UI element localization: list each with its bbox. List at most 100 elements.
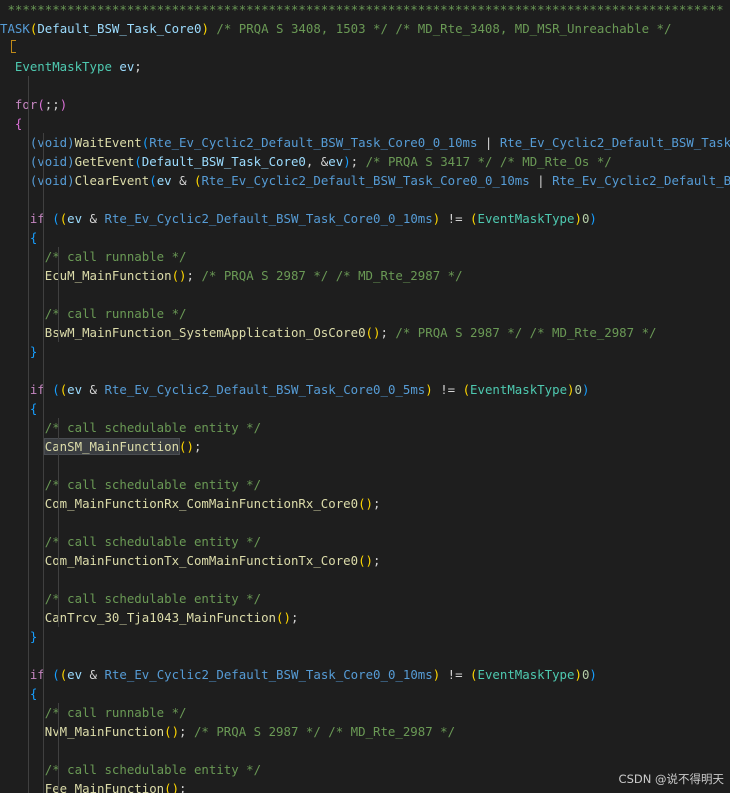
indent-guide: [58, 760, 59, 779]
code-line[interactable]: [0, 570, 730, 589]
code-line[interactable]: if ((ev & Rte_Ev_Cyclic2_Default_BSW_Tas…: [0, 380, 730, 399]
code-token: /* PRQA S 3417 */ /* MD_Rte_Os */: [365, 154, 612, 169]
indent-guide: [43, 152, 44, 171]
code-area[interactable]: ****************************************…: [0, 0, 730, 793]
indent-guide: [43, 342, 44, 361]
code-line[interactable]: [0, 285, 730, 304]
code-line[interactable]: /* call schedulable entity */: [0, 532, 730, 551]
indent-guide: [58, 437, 59, 456]
code-token: (: [470, 211, 478, 226]
code-line[interactable]: [0, 190, 730, 209]
code-token: {: [14, 116, 23, 131]
code-line[interactable]: [0, 513, 730, 532]
indent-guide: [28, 76, 29, 95]
code-token: /* call schedulable entity */: [44, 591, 262, 606]
code-token: (: [470, 667, 478, 682]
indent-guide: [58, 247, 59, 266]
indent-guide: [58, 285, 59, 304]
code-token: Default_BSW_Task_Core0: [37, 21, 202, 36]
code-line[interactable]: [0, 456, 730, 475]
code-line[interactable]: [0, 361, 730, 380]
code-line[interactable]: EventMaskType ev;: [0, 57, 730, 76]
code-line[interactable]: {: [0, 684, 730, 703]
code-line[interactable]: /* call runnable */: [0, 247, 730, 266]
code-line[interactable]: (void)GetEvent(Default_BSW_Task_Core0, &…: [0, 152, 730, 171]
code-line[interactable]: if ((ev & Rte_Ev_Cyclic2_Default_BSW_Tas…: [0, 665, 730, 684]
code-line[interactable]: BswM_MainFunction_SystemApplication_OsCo…: [0, 323, 730, 342]
code-line[interactable]: {: [0, 228, 730, 247]
code-line[interactable]: /* call runnable */: [0, 304, 730, 323]
indent-guide: [28, 418, 29, 437]
code-token: !=: [432, 382, 463, 397]
code-line[interactable]: {: [0, 399, 730, 418]
code-line[interactable]: [0, 741, 730, 760]
code-token: (: [37, 97, 45, 112]
code-line[interactable]: /* call schedulable entity */: [0, 475, 730, 494]
indent-guide: [43, 418, 44, 437]
code-line[interactable]: if ((ev & Rte_Ev_Cyclic2_Default_BSW_Tas…: [0, 209, 730, 228]
watermark: CSDN @说不得明天: [618, 772, 724, 786]
code-token: ;;: [44, 97, 60, 112]
code-token: /* call runnable */: [44, 249, 187, 264]
indent-guide: [28, 475, 29, 494]
code-token: (: [462, 382, 471, 397]
code-token: EventMaskType: [477, 211, 575, 226]
code-line[interactable]: for(;;): [0, 95, 730, 114]
code-token: (): [358, 496, 373, 511]
code-token: ev: [119, 59, 135, 74]
code-line[interactable]: /* call runnable */: [0, 703, 730, 722]
code-token: Rte_Ev_Cyclic2_Default_BSW_Task_Core0_0_…: [104, 667, 433, 682]
code-token: |: [477, 135, 500, 150]
code-line[interactable]: (void)ClearEvent(ev & (Rte_Ev_Cyclic2_De…: [0, 171, 730, 190]
indent-guide: [28, 228, 29, 247]
code-line[interactable]: [0, 76, 730, 95]
code-token: Rte_Ev_Cyclic2_Default_BSW_Task_Core0_0_…: [104, 382, 426, 397]
code-token: ;: [134, 59, 142, 74]
code-line[interactable]: [0, 38, 730, 57]
indent-guide: [58, 304, 59, 323]
code-line[interactable]: CanSM_MainFunction();: [0, 437, 730, 456]
code-line[interactable]: TASK(Default_BSW_Task_Core0) /* PRQA S 3…: [0, 19, 730, 38]
code-line[interactable]: /* call schedulable entity */: [0, 418, 730, 437]
code-token: ): [574, 211, 582, 226]
code-token: (: [52, 382, 60, 397]
code-token: (void): [29, 135, 75, 150]
code-line[interactable]: [0, 646, 730, 665]
code-line[interactable]: }: [0, 342, 730, 361]
indent-guide: [43, 380, 44, 399]
code-line[interactable]: ****************************************…: [0, 0, 730, 19]
code-token: (): [358, 553, 373, 568]
code-token: ): [201, 21, 209, 36]
code-token: ;: [179, 724, 194, 739]
indent-guide: [58, 494, 59, 513]
code-token: for: [14, 97, 38, 112]
indent-guide: [43, 456, 44, 475]
code-line[interactable]: }: [0, 627, 730, 646]
code-line[interactable]: EcuM_MainFunction(); /* PRQA S 2987 */ /…: [0, 266, 730, 285]
code-token: EventMaskType: [14, 59, 112, 74]
code-line[interactable]: /* call schedulable entity */: [0, 589, 730, 608]
code-line[interactable]: Com_MainFunctionTx_ComMainFunctionTx_Cor…: [0, 551, 730, 570]
code-line[interactable]: Com_MainFunctionRx_ComMainFunctionRx_Cor…: [0, 494, 730, 513]
indent-guide: [43, 684, 44, 703]
code-token: ****************************************…: [0, 2, 724, 17]
code-line[interactable]: {: [0, 114, 730, 133]
code-token: {: [29, 230, 38, 245]
code-line[interactable]: (void)WaitEvent(Rte_Ev_Cyclic2_Default_B…: [0, 133, 730, 152]
code-token: Rte_Ev_Cyclic2_Default_BSW_Task_Core0_0_…: [104, 211, 433, 226]
code-token: !=: [440, 211, 471, 226]
indent-guide: [28, 551, 29, 570]
code-line[interactable]: NvM_MainFunction(); /* PRQA S 2987 */ /*…: [0, 722, 730, 741]
code-token: WaitEvent: [74, 135, 142, 150]
code-token: (): [179, 439, 194, 454]
code-line[interactable]: CanTrcv_30_Tja1043_MainFunction();: [0, 608, 730, 627]
indent-guide: [28, 760, 29, 779]
code-editor[interactable]: ****************************************…: [0, 0, 730, 793]
